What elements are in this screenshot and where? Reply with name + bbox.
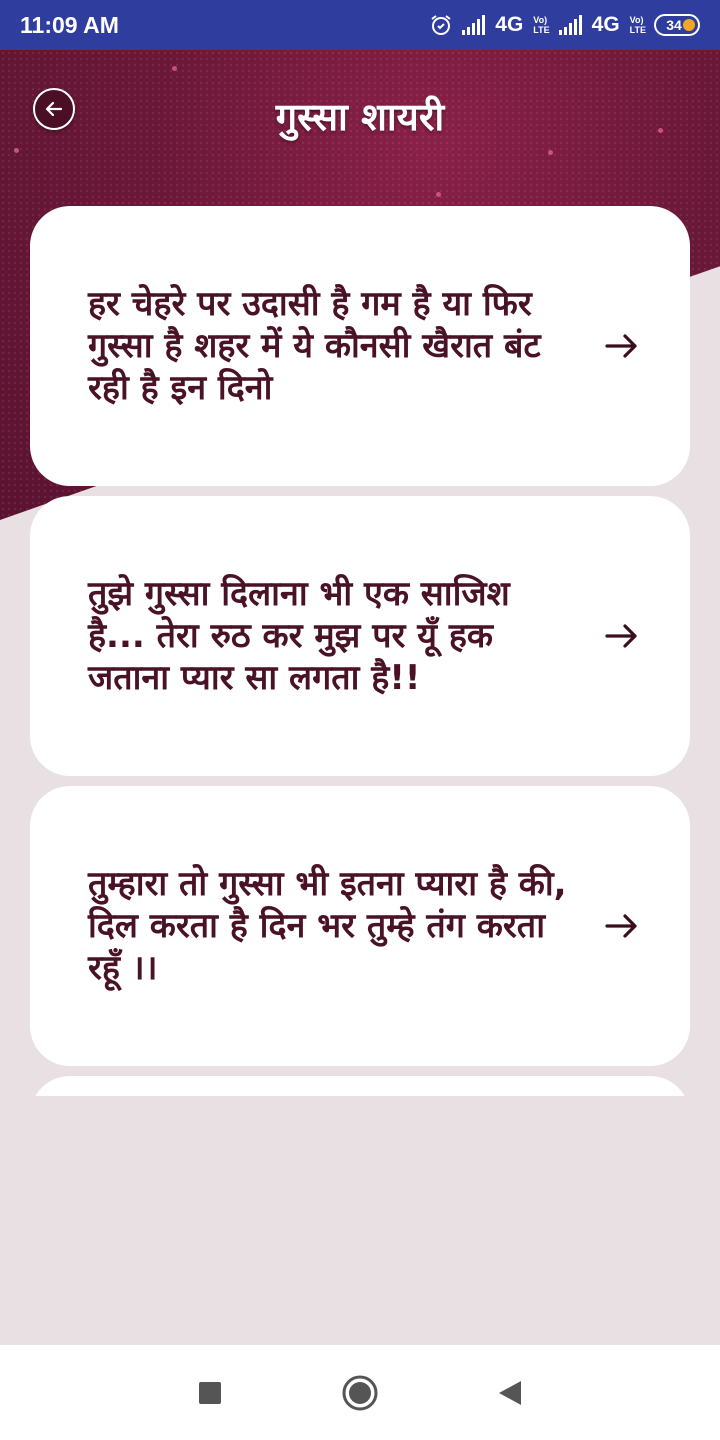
signal-icon bbox=[462, 15, 486, 35]
network-type-2: 4G bbox=[591, 13, 620, 36]
list-item[interactable]: हर चेहरे पर उदासी है गम है या फिर गुस्सा… bbox=[30, 206, 690, 486]
back-nav-button[interactable] bbox=[490, 1373, 530, 1413]
status-time: 11:09 AM bbox=[20, 11, 119, 38]
status-bar: 11:09 AM 4G Vo) LTE 4G Vo) LTE 34 bbox=[0, 0, 720, 50]
shayari-list[interactable]: हर चेहरे पर उदासी है गम है या फिर गुस्सा… bbox=[30, 206, 690, 1096]
navigation-bar bbox=[0, 1345, 720, 1440]
list-item[interactable]: तुझे गुस्सा दिलाना भी एक साजिश है... तेर… bbox=[30, 496, 690, 776]
arrow-right-icon[interactable] bbox=[602, 906, 642, 946]
arrow-right-icon[interactable] bbox=[602, 326, 642, 366]
recent-apps-icon bbox=[199, 1381, 221, 1404]
battery-level: 34 bbox=[666, 17, 682, 33]
shayari-text: हर चेहरे पर उदासी है गम है या फिर गुस्सा… bbox=[88, 284, 541, 408]
home-icon bbox=[342, 1375, 378, 1410]
signal-icon bbox=[558, 15, 582, 35]
status-icons: 4G Vo) LTE 4G Vo) LTE 34 bbox=[429, 13, 700, 37]
recent-apps-button[interactable] bbox=[190, 1373, 230, 1413]
network-type-1: 4G bbox=[495, 13, 524, 36]
back-icon bbox=[499, 1380, 521, 1405]
arrow-right-icon[interactable] bbox=[602, 616, 642, 656]
shayari-text: तुम्हारा तो गुस्सा भी इतना प्यारा है की,… bbox=[88, 864, 567, 988]
list-item[interactable]: तुम्हारा तो गुस्सा भी इतना प्यारा है की,… bbox=[30, 786, 690, 1066]
home-button[interactable] bbox=[340, 1373, 380, 1413]
volte-badge-1: Vo) LTE bbox=[533, 15, 550, 35]
list-item[interactable] bbox=[30, 1076, 690, 1096]
battery-icon: 34 bbox=[654, 14, 700, 36]
page-title: गुस्सा शायरी bbox=[275, 95, 445, 139]
volte-badge-2: Vo) LTE bbox=[629, 15, 646, 35]
alarm-icon bbox=[431, 15, 451, 35]
shayari-text: तुझे गुस्सा दिलाना भी एक साजिश है... तेर… bbox=[88, 574, 510, 698]
